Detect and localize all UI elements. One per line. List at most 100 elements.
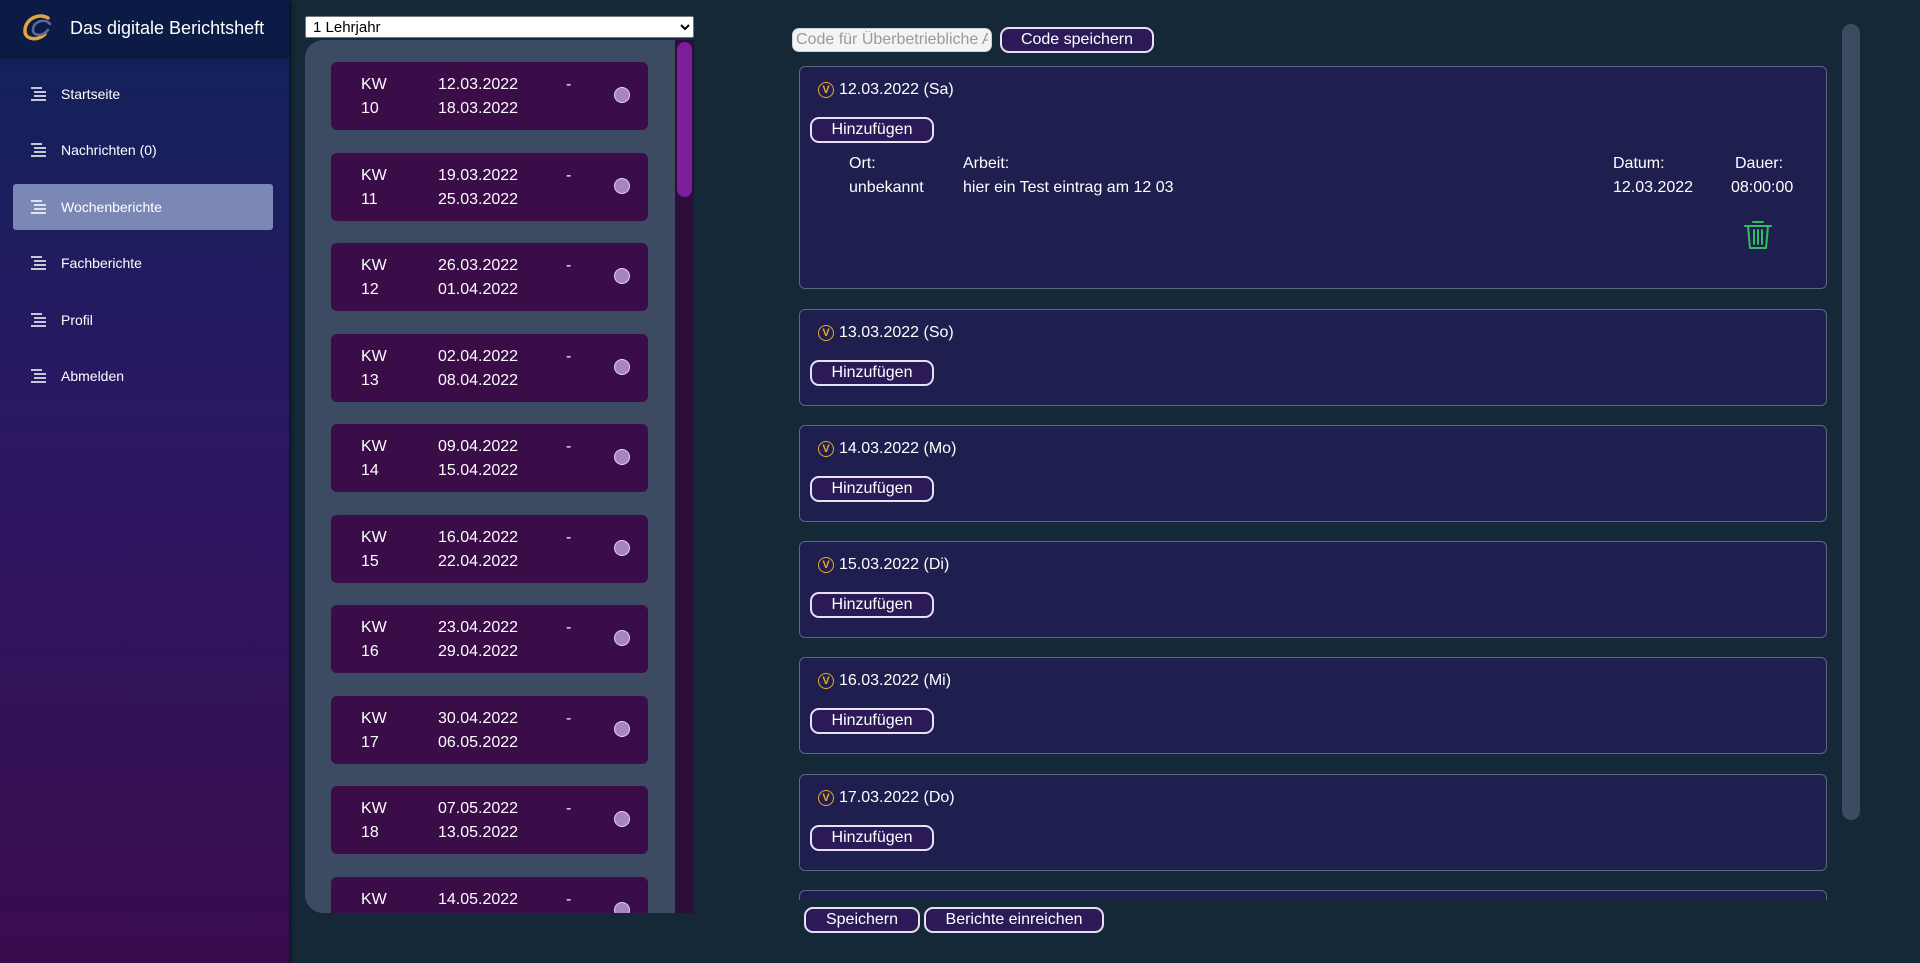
week-card[interactable]: KW 15 16.04.2022 22.04.2022 - (331, 515, 648, 583)
week-date-separator: - (566, 76, 572, 93)
date-value: 12.03.2022 (1613, 179, 1694, 196)
week-number: KW 18 (361, 800, 387, 841)
sidebar-item-label: Nachrichten (0) (61, 142, 157, 158)
menu-lines-icon (31, 87, 46, 101)
day-report-card (799, 890, 1827, 900)
day-date: 17.03.2022 (Do) (839, 789, 955, 806)
week-number: KW (361, 891, 387, 908)
location-label: Ort: (849, 155, 876, 172)
status-dot-icon (614, 449, 630, 465)
expand-icon[interactable]: V (818, 82, 834, 98)
day-report-card: V 14.03.2022 (Mo) Hinzufügen (799, 425, 1827, 522)
week-card[interactable]: KW 17 30.04.2022 06.05.2022 - (331, 696, 648, 764)
expand-icon[interactable]: V (818, 557, 834, 573)
add-entry-button[interactable]: Hinzufügen (810, 360, 934, 386)
week-date-separator: - (566, 438, 572, 455)
week-number: KW 12 (361, 257, 387, 298)
week-date-range: 14.05.2022 (438, 891, 519, 908)
add-entry-button[interactable]: Hinzufügen (810, 592, 934, 618)
week-date-range: 19.03.2022 25.03.2022 (438, 167, 519, 208)
logo-icon (23, 14, 52, 41)
week-card[interactable]: KW 18 07.05.2022 13.05.2022 - (331, 786, 648, 854)
sidebar-item-nachrichten[interactable]: Nachrichten (0) (13, 127, 273, 173)
status-dot-icon (614, 630, 630, 646)
week-card[interactable]: KW 10 12.03.2022 18.03.2022 - (331, 62, 648, 130)
week-card[interactable]: KW 11 19.03.2022 25.03.2022 - (331, 153, 648, 221)
day-report-card: V 15.03.2022 (Di) Hinzufügen (799, 541, 1827, 638)
sidebar-item-label: Fachberichte (61, 255, 142, 271)
week-date-range: 09.04.2022 15.04.2022 (438, 438, 519, 479)
sidebar-header: Das digitale Berichtsheft (0, 0, 289, 56)
sidebar-item-label: Abmelden (61, 368, 125, 384)
add-entry-button[interactable]: Hinzufügen (810, 708, 934, 734)
day-report-card: V 17.03.2022 (Do) Hinzufügen (799, 774, 1827, 871)
sidebar-item-label: Profil (61, 312, 93, 328)
sidebar-item-abmelden[interactable]: Abmelden (13, 353, 273, 399)
day-report-card: V 13.03.2022 (So) Hinzufügen (799, 309, 1827, 406)
sidebar-item-profil[interactable]: Profil (13, 297, 273, 343)
expand-icon[interactable]: V (818, 673, 834, 689)
day-date: 12.03.2022 (Sa) (839, 81, 954, 98)
week-date-separator: - (566, 891, 572, 908)
week-date-separator: - (566, 529, 572, 546)
week-number: KW 10 (361, 76, 387, 117)
week-card[interactable]: KW 16 23.04.2022 29.04.2022 - (331, 605, 648, 673)
week-list-scroll-thumb[interactable] (677, 42, 692, 197)
day-date: 14.03.2022 (Mo) (839, 440, 957, 457)
day-header[interactable]: V 12.03.2022 (Sa) (818, 81, 954, 99)
reports-scroll-thumb[interactable] (1842, 24, 1860, 820)
sidebar-item-label: Wochenberichte (61, 199, 162, 215)
expand-icon[interactable]: V (818, 441, 834, 457)
week-date-separator: - (566, 348, 572, 365)
submit-reports-button[interactable]: Berichte einreichen (924, 907, 1104, 933)
sidebar-item-fachberichte[interactable]: Fachberichte (13, 240, 273, 286)
location-value: unbekannt (849, 179, 924, 196)
add-entry-button[interactable]: Hinzufügen (810, 117, 934, 143)
status-dot-icon (614, 87, 630, 103)
duration-value: 08:00:00 (1731, 179, 1794, 196)
trash-icon[interactable] (1741, 217, 1775, 251)
day-header[interactable]: V 16.03.2022 (Mi) (818, 672, 951, 690)
week-card[interactable]: KW 14.05.2022 - (331, 877, 648, 913)
menu-lines-icon (31, 313, 46, 327)
add-entry-button[interactable]: Hinzufügen (810, 825, 934, 851)
day-date: 16.03.2022 (Mi) (839, 672, 952, 689)
week-number: KW 13 (361, 348, 387, 389)
week-card[interactable]: KW 14 09.04.2022 15.04.2022 - (331, 424, 648, 492)
week-list[interactable]: KW 10 12.03.2022 18.03.2022 - KW 11 19.03.2… (305, 40, 675, 913)
status-dot-icon (614, 178, 630, 194)
work-value: hier ein Test eintrag am 12 03 (963, 179, 1174, 196)
day-header[interactable]: V 17.03.2022 (Do) (818, 789, 955, 807)
week-card[interactable]: KW 12 26.03.2022 01.04.2022 - (331, 243, 648, 311)
code-input[interactable] (792, 28, 992, 52)
week-date-separator: - (566, 800, 572, 817)
week-number: KW 17 (361, 710, 387, 751)
day-header[interactable]: V 14.03.2022 (Mo) (818, 440, 956, 458)
menu-lines-icon (31, 143, 46, 157)
day-report-card: V 12.03.2022 (Sa) Hinzufügen Ort: unbeka… (799, 66, 1827, 289)
week-card[interactable]: KW 13 02.04.2022 08.04.2022 - (331, 334, 648, 402)
day-header[interactable]: V 15.03.2022 (Di) (818, 556, 949, 574)
week-date-range: 23.04.2022 29.04.2022 (438, 619, 519, 660)
status-dot-icon (614, 721, 630, 737)
week-date-separator: - (566, 257, 572, 274)
week-number: KW 15 (361, 529, 387, 570)
sidebar-item-wochenberichte[interactable]: Wochenberichte (13, 184, 273, 230)
save-code-button[interactable]: Code speichern (1000, 27, 1154, 53)
week-date-range: 02.04.2022 08.04.2022 (438, 348, 519, 389)
status-dot-icon (614, 811, 630, 827)
week-list-scrollbar[interactable] (675, 40, 694, 913)
sidebar-item-startseite[interactable]: Startseite (13, 71, 273, 117)
duration-label: Dauer: (1735, 155, 1784, 172)
week-date-range: 07.05.2022 13.05.2022 (438, 800, 519, 841)
week-date-range: 12.03.2022 18.03.2022 (438, 76, 519, 117)
add-entry-button[interactable]: Hinzufügen (810, 476, 934, 502)
day-header[interactable]: V 13.03.2022 (So) (818, 324, 954, 342)
week-date-range: 16.04.2022 22.04.2022 (438, 529, 519, 570)
save-button[interactable]: Speichern (804, 907, 920, 933)
reports-scrollbar[interactable] (1840, 24, 1862, 820)
expand-icon[interactable]: V (818, 325, 834, 341)
year-select[interactable]: 1 Lehrjahr (305, 16, 694, 38)
day-date: 15.03.2022 (Di) (839, 556, 950, 573)
expand-icon[interactable]: V (818, 790, 834, 806)
